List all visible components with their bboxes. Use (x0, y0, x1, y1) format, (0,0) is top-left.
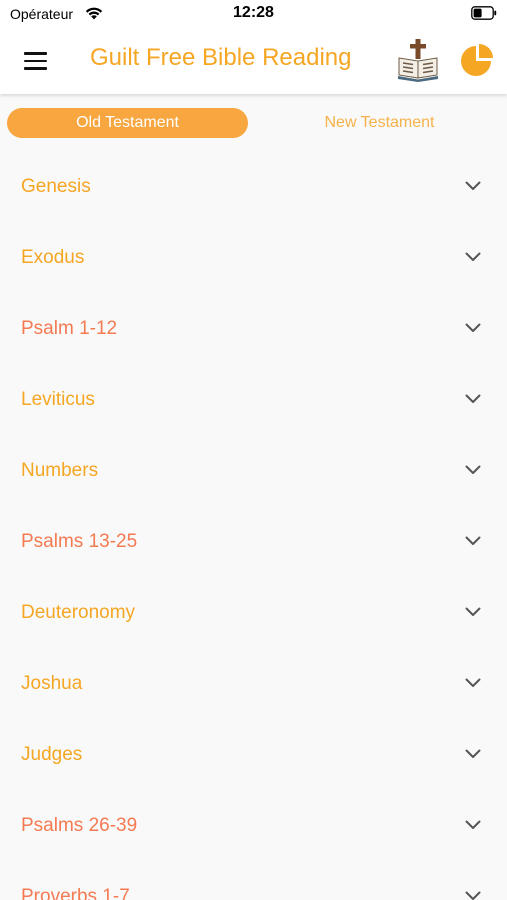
book-label: Joshua (21, 673, 83, 694)
book-label: Proverbs 1-7 (21, 886, 130, 900)
clock-time: 12:28 (233, 4, 274, 21)
book-row[interactable]: Exodus (0, 223, 507, 294)
book-row[interactable]: Deuteronomy (0, 578, 507, 649)
app-screen: Opérateur 12:28 Guilt Free Bible Reading (0, 0, 507, 900)
book-label: Psalms 13-25 (21, 531, 138, 552)
book-label: Psalms 26-39 (21, 815, 138, 836)
hamburger-menu-icon[interactable] (18, 46, 52, 76)
book-list: Genesis Exodus Psalm 1-12 Leviticus Numbers P… (0, 152, 507, 900)
testament-selector: Old Testament New Testament (0, 100, 507, 146)
book-label: Judges (21, 744, 83, 765)
chevron-down-icon[interactable] (465, 465, 481, 475)
book-label: Numbers (21, 460, 99, 481)
book-row[interactable]: Joshua (0, 649, 507, 720)
book-row[interactable]: Numbers (0, 436, 507, 507)
chevron-down-icon[interactable] (465, 749, 481, 759)
chevron-down-icon[interactable] (465, 607, 481, 617)
chevron-down-icon[interactable] (465, 252, 481, 262)
tab-old-testament[interactable]: Old Testament (7, 108, 248, 138)
book-label: Deuteronomy (21, 602, 136, 623)
book-row[interactable]: Judges (0, 720, 507, 791)
book-label: Exodus (21, 247, 85, 268)
battery-icon (471, 6, 497, 20)
book-row[interactable]: Leviticus (0, 365, 507, 436)
book-row[interactable]: Psalms 13-25 (0, 507, 507, 578)
tab-new-testament[interactable]: New Testament (258, 108, 501, 138)
status-bar: Opérateur 12:28 (0, 0, 507, 28)
book-row[interactable]: Genesis (0, 152, 507, 223)
book-label: Leviticus (21, 389, 95, 410)
chevron-down-icon[interactable] (465, 536, 481, 546)
chevron-down-icon[interactable] (465, 181, 481, 191)
navigation-bar: Guilt Free Bible Reading (0, 28, 507, 94)
app-title: Guilt Free Bible Reading (90, 44, 352, 71)
book-row[interactable]: Psalms 26-39 (0, 791, 507, 862)
chevron-down-icon[interactable] (465, 394, 481, 404)
chevron-down-icon[interactable] (465, 891, 481, 900)
bible-book-icon[interactable] (396, 38, 442, 82)
book-label: Genesis (21, 176, 91, 197)
book-row[interactable]: Psalm 1-12 (0, 294, 507, 365)
chevron-down-icon[interactable] (465, 323, 481, 333)
pie-chart-icon[interactable] (460, 43, 496, 79)
chevron-down-icon[interactable] (465, 678, 481, 688)
book-row[interactable]: Proverbs 1-7 (0, 862, 507, 900)
chevron-down-icon[interactable] (465, 820, 481, 830)
book-label: Psalm 1-12 (21, 318, 118, 339)
